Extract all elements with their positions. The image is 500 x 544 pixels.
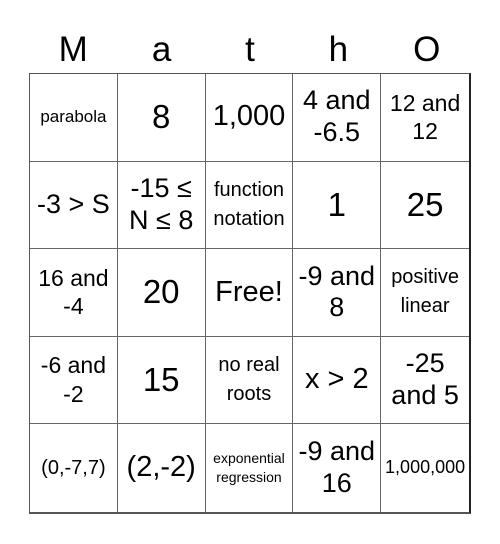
header-letter: h (328, 30, 349, 69)
cell-text: function notation (213, 178, 285, 230)
bingo-cell[interactable]: (2,-2) (117, 424, 206, 512)
bingo-cell[interactable]: 1,000 (205, 74, 294, 162)
bingo-cell[interactable]: -6 and -2 (30, 336, 118, 425)
bingo-cell[interactable]: 1,000,000 (381, 424, 469, 512)
cell-text: 4 and -6.5 (303, 85, 371, 148)
cell-text: 15 (142, 360, 180, 398)
cell-text: -25 and 5 (391, 348, 459, 411)
bingo-cell[interactable]: positive linear (381, 249, 469, 337)
bingo-cell[interactable]: parabola (30, 74, 118, 162)
cell-text: parabola (40, 106, 107, 126)
cell-text: 1,000 (212, 100, 286, 133)
cell-text: 16 and -4 (38, 264, 109, 320)
free-space-cell[interactable]: Free! (205, 249, 294, 337)
cell-text: -9 and 8 (298, 260, 376, 323)
bingo-cell[interactable]: 25 (381, 161, 469, 250)
bingo-header: M a t h O (29, 27, 471, 73)
cell-text: -9 and 16 (298, 436, 376, 499)
bingo-cell[interactable]: 15 (117, 336, 206, 425)
bingo-cell[interactable]: 20 (117, 249, 206, 337)
cell-text: positive linear (391, 266, 459, 318)
cell-text: (0,-7,7) (41, 456, 106, 479)
cell-text: exponential regression (213, 450, 285, 486)
header-letter: a (151, 30, 172, 69)
cell-text: -15 ≤ N ≤ 8 (129, 173, 194, 235)
bingo-cell[interactable]: -3 > S (30, 161, 118, 250)
header-letter: O (413, 30, 441, 69)
bingo-grid: parabola 8 1,000 4 and -6.5 12 and 12 -3 > S-… (29, 73, 471, 514)
cell-text: 1 (327, 185, 346, 223)
bingo-cell[interactable]: -9 and 8 (293, 249, 382, 337)
cell-text: -6 and -2 (40, 352, 106, 408)
cell-text: 1,000,000 (385, 457, 466, 478)
bingo-cell[interactable]: 4 and -6.5 (293, 74, 382, 162)
cell-text: (2,-2) (126, 451, 196, 484)
bingo-cell[interactable]: -9 and 16 (293, 424, 382, 512)
cell-text: no real roots (218, 354, 280, 406)
cell-text: 20 (142, 273, 180, 311)
bingo-cell[interactable]: 8 (117, 74, 206, 162)
header-letter: t (245, 30, 255, 69)
bingo-cell[interactable]: no real roots (205, 336, 294, 425)
bingo-cell[interactable]: (0,-7,7) (30, 424, 118, 512)
bingo-cell[interactable]: x > 2 (293, 336, 382, 425)
cell-text: 8 (152, 98, 171, 136)
cell-text: -3 > S (37, 188, 110, 219)
cell-text: Free! (215, 275, 283, 308)
bingo-cell[interactable]: exponential regression (205, 424, 294, 512)
bingo-cell[interactable]: -15 ≤ N ≤ 8 (117, 161, 206, 250)
bingo-cell[interactable]: 1 (293, 161, 382, 250)
bingo-cell[interactable]: 12 and 12 (381, 74, 469, 162)
bingo-cell[interactable]: 16 and -4 (30, 249, 118, 337)
cell-text: 25 (406, 185, 444, 223)
bingo-cell[interactable]: function notation (205, 161, 294, 250)
header-letter: M (58, 30, 88, 69)
cell-text: 12 and 12 (389, 89, 461, 145)
cell-text: x > 2 (304, 363, 369, 396)
bingo-cell[interactable]: -25 and 5 (381, 336, 469, 425)
